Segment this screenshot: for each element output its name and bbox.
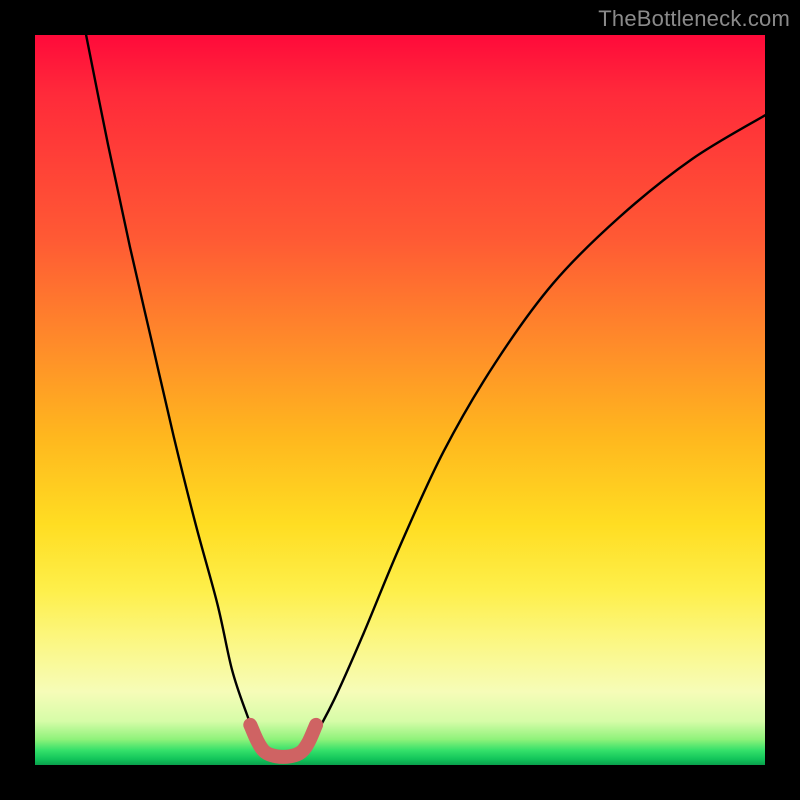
- watermark-text: TheBottleneck.com: [598, 6, 790, 32]
- curve-right: [301, 115, 765, 752]
- valley-highlight: [250, 725, 316, 757]
- plot-area: [35, 35, 765, 765]
- chart-svg: [35, 35, 765, 765]
- curve-left: [86, 35, 265, 752]
- chart-frame: TheBottleneck.com: [0, 0, 800, 800]
